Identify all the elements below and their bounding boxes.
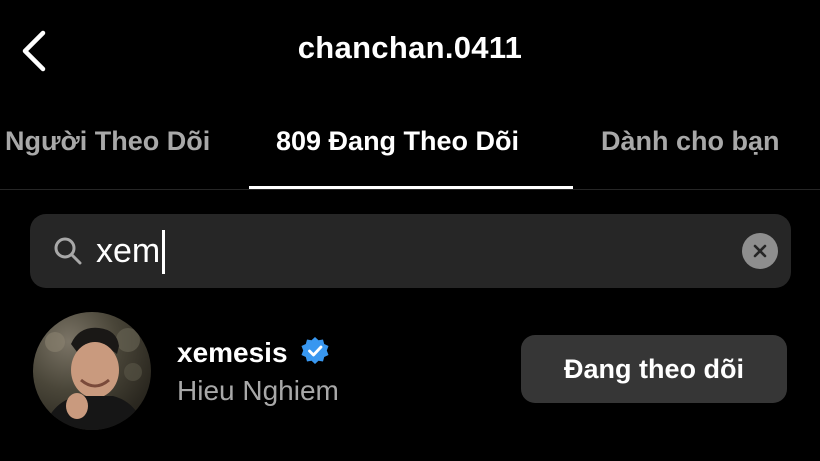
full-name: Hieu Nghiem [177,375,339,406]
tab-followers[interactable]: Người Theo Dõi [5,126,210,157]
avatar[interactable] [33,312,151,430]
avatar-image [43,327,145,430]
search-icon [54,237,82,265]
page-title: chanchan.0411 [297,30,523,65]
verified-badge-icon [301,337,329,364]
clear-icon [753,244,767,258]
active-tab-indicator [249,186,573,189]
following-screen: chanchan.0411 Người Theo Dõi 809 Đang Th… [0,0,820,461]
search-input[interactable] [96,228,696,274]
clear-search-button[interactable] [742,233,778,269]
tab-following[interactable]: 809 Đang Theo Dõi [276,126,519,157]
tab-suggested[interactable]: Dành cho bạn [601,126,780,157]
search-bar[interactable] [30,214,791,288]
following-button[interactable]: Đang theo dõi [521,335,787,403]
username[interactable]: xemesis [177,337,288,369]
list-item[interactable]: xemesis Hieu Nghiem Đang theo dõi [0,305,820,445]
tab-bar: Người Theo Dõi 809 Đang Theo Dõi Dành ch… [0,104,820,190]
text-caret [162,230,165,274]
